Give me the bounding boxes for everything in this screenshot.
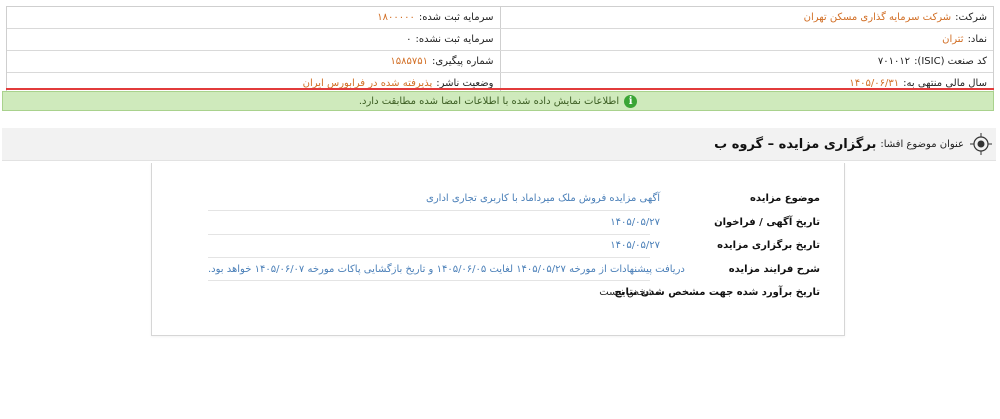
tracking-label: شماره پیگیری: [431, 56, 494, 67]
disclosure-subject-bar: عنوان موضوع افشا: برگزاری مزایده – گروه … [2, 128, 996, 161]
detail-value: آگهی مزایده فروش ملک میرداماد با کاربری … [426, 192, 660, 204]
detail-label: تاریخ برآورد شده جهت مشخص شدن نتایج [614, 286, 820, 298]
alert-divider [6, 88, 994, 90]
signature-match-notice: i اطلاعات نمایش داده شده با اطلاعات امضا… [2, 91, 994, 111]
details-panel: موضوع مزایده آگهی مزایده فروش ملک میردام… [151, 163, 845, 336]
detail-value: ۱۴۰۵/۰۵/۲۷ [610, 239, 660, 251]
info-row-2: نماد: ثتران سرمایه ثبت نشده: ۰ [7, 29, 993, 51]
registered-capital-value: ۱۸۰۰۰۰۰ [377, 12, 415, 23]
info-icon: i [624, 94, 638, 108]
isic-cell: کد صنعت (ISIC): ۷۰۱۰۱۲ [499, 51, 994, 72]
subject-title: برگزاری مزایده – گروه ب [714, 136, 877, 152]
registered-capital-label: سرمایه ثبت شده: [418, 12, 494, 23]
detail-value: دریافت پیشنهادات از مورخه ۱۴۰۵/۰۵/۲۷ لغا… [208, 263, 685, 275]
unregistered-capital-label: سرمایه ثبت نشده: [415, 34, 494, 45]
detail-value: مشخص نیست [599, 286, 660, 298]
detail-row-subject: موضوع مزایده آگهی مزایده فروش ملک میردام… [208, 188, 820, 208]
symbol-label: نماد: [967, 34, 987, 45]
symbol-cell: نماد: ثتران [499, 29, 994, 50]
tracking-value: ۱۵۸۵۷۵۱ [390, 56, 428, 67]
notice-text: اطلاعات نمایش داده شده با اطلاعات امضا ش… [358, 95, 620, 107]
isic-label: کد صنعت (ISIC): [914, 56, 987, 67]
detail-label: شرح فرایند مزایده [728, 263, 820, 275]
isic-value: ۷۰۱۰۱۲ [877, 56, 911, 67]
detail-row-process: شرح فرایند مزایده دریافت پیشنهادات از مو… [208, 259, 820, 279]
row-divider [208, 210, 650, 211]
row-divider [208, 280, 650, 281]
detail-row-auction-date: تاریخ برگزاری مزایده ۱۴۰۵/۰۵/۲۷ [208, 235, 820, 255]
company-cell: شرکت: شرکت سرمایه گذاری مسکن تهران [499, 7, 994, 28]
registered-capital-cell: سرمایه ثبت شده: ۱۸۰۰۰۰۰ [7, 7, 500, 28]
unregistered-capital-value: ۰ [406, 34, 412, 45]
info-row-1: شرکت: شرکت سرمایه گذاری مسکن تهران سرمای… [7, 7, 993, 29]
company-label: شرکت: [955, 12, 987, 23]
row-divider [208, 257, 650, 258]
company-info-table: شرکت: شرکت سرمایه گذاری مسکن تهران سرمای… [6, 6, 994, 95]
detail-label: تاریخ آگهی / فراخوان [714, 216, 820, 228]
tracking-cell: شماره پیگیری: ۱۵۸۵۷۵۱ [7, 51, 500, 72]
target-icon [970, 133, 992, 155]
detail-value: ۱۴۰۵/۰۵/۲۷ [610, 216, 660, 228]
company-value[interactable]: شرکت سرمایه گذاری مسکن تهران [804, 12, 952, 23]
symbol-value[interactable]: ثتران [942, 34, 963, 45]
subject-label: عنوان موضوع افشا: [880, 138, 964, 150]
detail-row-announce-date: تاریخ آگهی / فراخوان ۱۴۰۵/۰۵/۲۷ [208, 212, 820, 232]
unregistered-capital-cell: سرمایه ثبت نشده: ۰ [7, 29, 500, 50]
info-row-3: کد صنعت (ISIC): ۷۰۱۰۱۲ شماره پیگیری: ۱۵۸… [7, 51, 993, 73]
detail-label: تاریخ برگزاری مزایده [717, 239, 820, 251]
detail-row-results-date: تاریخ برآورد شده جهت مشخص شدن نتایج مشخص… [208, 282, 820, 302]
detail-label: موضوع مزایده [750, 192, 820, 204]
